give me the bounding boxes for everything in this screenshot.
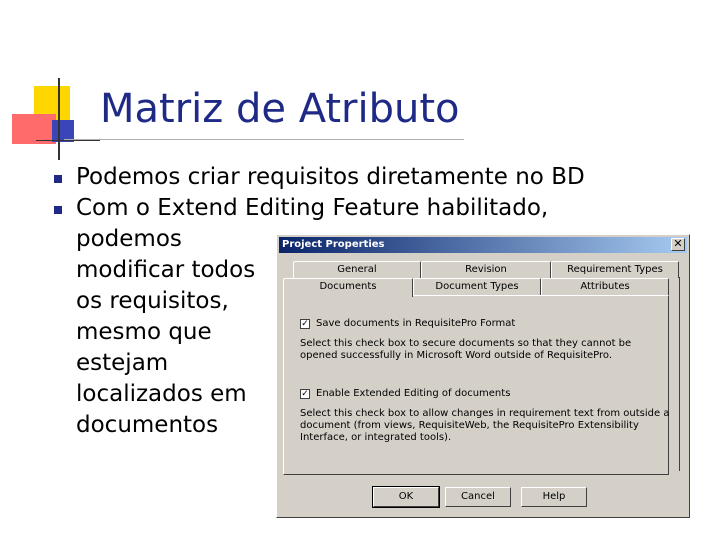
save-format-checkbox[interactable]: ✓: [300, 318, 310, 329]
deco-title-underline: [64, 139, 464, 140]
extended-editing-description: Select this check box to allow changes i…: [300, 408, 670, 443]
tab-documents[interactable]: Documents: [283, 278, 413, 297]
deco-vertical-line: [58, 78, 60, 160]
save-format-option[interactable]: ✓ Save documents in RequisitePro Format: [300, 318, 515, 330]
save-format-label: Save documents in RequisitePro Format: [316, 318, 516, 329]
slide-title: Matriz de Atributo: [100, 86, 460, 132]
tab-document-types[interactable]: Document Types: [413, 278, 541, 295]
tab-revision[interactable]: Revision: [421, 261, 551, 278]
tab-general[interactable]: General: [293, 261, 421, 278]
corner-decoration: [0, 0, 464, 170]
tab-attributes[interactable]: Attributes: [541, 278, 669, 295]
dialog-titlebar[interactable]: Project Properties ✕: [279, 237, 687, 253]
ok-button[interactable]: OK: [372, 486, 440, 508]
bullet-marker: [54, 206, 62, 214]
extended-editing-label: Enable Extended Editing of documents: [316, 388, 511, 399]
extended-editing-checkbox[interactable]: ✓: [300, 388, 310, 399]
bullet-item: Com o Extend Editing Feature habilitado,: [44, 193, 684, 224]
bullet-marker: [54, 175, 62, 183]
tab-requirement-types[interactable]: Requirement Types: [551, 261, 679, 278]
deco-horizontal-line: [36, 140, 100, 141]
bullet-item: Podemos criar requisitos diretamente no …: [44, 162, 684, 193]
close-icon[interactable]: ✕: [671, 238, 685, 251]
bullet-text: Com o Extend Editing Feature habilitado,: [76, 195, 549, 221]
bullet-text: Podemos criar requisitos diretamente no …: [76, 164, 585, 190]
save-format-description: Select this check box to secure document…: [300, 338, 632, 361]
extended-editing-option[interactable]: ✓ Enable Extended Editing of documents: [300, 388, 510, 400]
documents-tab-panel: ✓ Save documents in RequisitePro Format S…: [283, 295, 669, 475]
project-properties-dialog: Project Properties ✕ General Revision Re…: [276, 234, 690, 518]
help-button[interactable]: Help: [521, 487, 587, 507]
cancel-button[interactable]: Cancel: [445, 487, 511, 507]
dialog-title: Project Properties: [282, 239, 385, 250]
tab-stack-edge: [673, 277, 680, 471]
